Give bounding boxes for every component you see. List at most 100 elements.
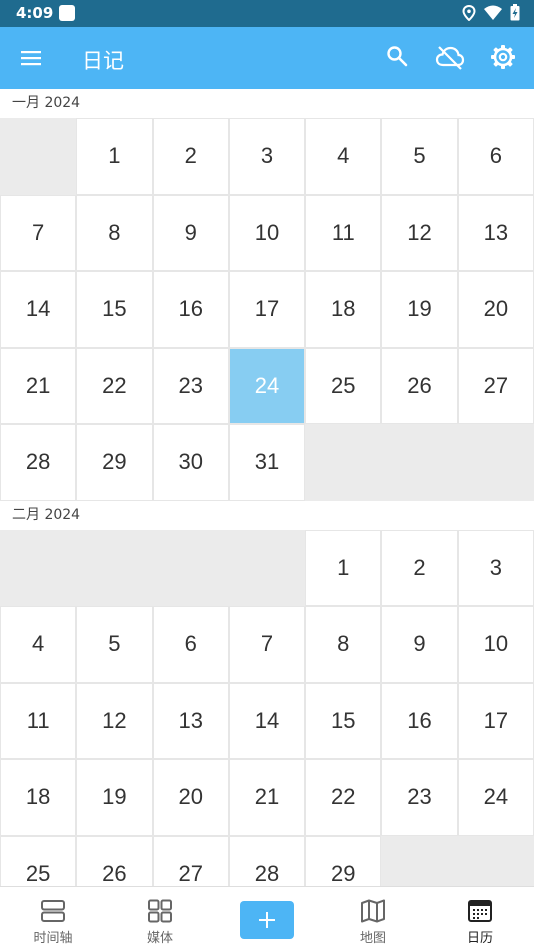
location-icon <box>462 4 476 21</box>
day-cell-today[interactable]: 24 <box>228 347 306 424</box>
day-cell[interactable]: 23 <box>381 759 458 836</box>
search-icon[interactable] <box>385 44 409 68</box>
day-cell[interactable]: 7 <box>0 194 77 271</box>
status-time: 4:09 <box>16 4 54 22</box>
nav-label: 时间轴 <box>33 931 73 946</box>
day-cell[interactable]: 6 <box>152 606 229 683</box>
bottom-nav: 时间轴 媒体 地图 日历 <box>0 886 534 950</box>
day-cell[interactable]: 6 <box>457 118 534 195</box>
day-cell[interactable]: 15 <box>305 682 382 759</box>
day-cell[interactable]: 14 <box>0 271 77 348</box>
battery-icon <box>510 4 520 21</box>
status-icons <box>462 4 520 21</box>
day-cell[interactable]: 2 <box>381 529 458 606</box>
day-cell[interactable]: 14 <box>228 682 306 759</box>
nav-calendar[interactable]: 日历 <box>427 887 533 950</box>
day-cell[interactable]: 5 <box>76 606 153 683</box>
grid-icon <box>148 899 172 923</box>
day-cell[interactable]: 17 <box>228 271 306 348</box>
day-cell[interactable]: 18 <box>0 759 77 836</box>
empty-cell <box>381 424 458 501</box>
day-cell[interactable]: 17 <box>457 682 534 759</box>
map-icon <box>361 899 385 923</box>
day-cell[interactable]: 10 <box>457 606 534 683</box>
day-cell[interactable]: 16 <box>152 271 229 348</box>
day-cell[interactable]: 12 <box>76 682 153 759</box>
empty-cell <box>152 529 229 606</box>
empty-cell <box>0 118 77 195</box>
wifi-icon <box>484 5 502 20</box>
month-label: 二月 2024 <box>12 506 81 523</box>
day-cell[interactable]: 9 <box>381 606 458 683</box>
nav-map[interactable]: 地图 <box>320 887 426 950</box>
day-cell[interactable]: 29 <box>305 835 382 886</box>
day-cell[interactable]: 19 <box>76 759 153 836</box>
calendar-list[interactable]: 一月 2024 1 2 3 4 5 6 7 8 9 10 11 12 13 14 15 16 17 18 19 20 2… <box>0 89 534 886</box>
notification-icon <box>59 5 75 21</box>
day-cell[interactable]: 20 <box>152 759 229 836</box>
empty-cell <box>457 835 534 886</box>
day-cell[interactable]: 5 <box>381 118 458 195</box>
empty-cell <box>0 529 77 606</box>
day-cell[interactable]: 12 <box>381 194 458 271</box>
day-cell[interactable]: 22 <box>76 347 153 424</box>
day-cell[interactable]: 16 <box>381 682 458 759</box>
day-cell[interactable]: 2 <box>152 118 229 195</box>
nav-media[interactable]: 媒体 <box>107 887 213 950</box>
day-cell[interactable]: 24 <box>457 759 534 836</box>
day-cell[interactable]: 31 <box>228 424 306 501</box>
day-cell[interactable]: 4 <box>0 606 77 683</box>
status-bar: 4:09 <box>0 0 534 27</box>
day-cell[interactable]: 9 <box>152 194 229 271</box>
day-cell[interactable]: 30 <box>152 424 229 501</box>
menu-icon[interactable] <box>19 46 43 70</box>
add-entry-button[interactable] <box>240 901 294 939</box>
day-cell[interactable]: 3 <box>228 118 306 195</box>
day-cell[interactable]: 23 <box>152 347 229 424</box>
day-cell[interactable]: 25 <box>305 347 382 424</box>
page-title: 日记 <box>82 49 124 73</box>
app-bar: 日记 <box>0 27 534 89</box>
day-cell[interactable]: 21 <box>228 759 306 836</box>
day-cell[interactable]: 4 <box>305 118 382 195</box>
plus-icon <box>259 912 275 928</box>
empty-cell <box>381 835 458 886</box>
day-cell[interactable]: 8 <box>305 606 382 683</box>
day-cell[interactable]: 29 <box>76 424 153 501</box>
day-cell[interactable]: 26 <box>76 835 153 886</box>
day-cell[interactable]: 3 <box>457 529 534 606</box>
day-cell[interactable]: 20 <box>457 271 534 348</box>
day-cell[interactable]: 11 <box>305 194 382 271</box>
day-cell[interactable]: 21 <box>0 347 77 424</box>
day-cell[interactable]: 26 <box>381 347 458 424</box>
day-cell[interactable]: 19 <box>381 271 458 348</box>
gear-icon[interactable] <box>490 44 516 70</box>
day-cell[interactable]: 28 <box>0 424 77 501</box>
day-cell[interactable]: 27 <box>152 835 229 886</box>
day-cell[interactable]: 1 <box>305 529 382 606</box>
day-cell[interactable]: 22 <box>305 759 382 836</box>
empty-cell <box>305 424 382 501</box>
day-cell[interactable]: 13 <box>457 194 534 271</box>
month-grid: 1 2 3 4 5 6 7 8 9 10 11 12 13 14 15 16 17 18 19 20 21 22 23 24 2… <box>0 529 534 886</box>
timeline-icon <box>41 900 65 922</box>
empty-cell <box>228 529 306 606</box>
nav-timeline[interactable]: 时间轴 <box>0 887 106 950</box>
cloud-off-icon[interactable] <box>435 44 465 70</box>
day-cell[interactable]: 7 <box>228 606 306 683</box>
nav-label: 媒体 <box>146 931 173 946</box>
calendar-icon <box>468 900 492 922</box>
day-cell[interactable]: 11 <box>0 682 77 759</box>
day-cell[interactable]: 28 <box>228 835 306 886</box>
day-cell[interactable]: 8 <box>76 194 153 271</box>
day-cell[interactable]: 15 <box>76 271 153 348</box>
day-cell[interactable]: 25 <box>0 835 77 886</box>
day-cell[interactable]: 18 <box>305 271 382 348</box>
day-cell[interactable]: 1 <box>76 118 153 195</box>
day-cell[interactable]: 10 <box>228 194 306 271</box>
empty-cell <box>457 424 534 501</box>
day-cell[interactable]: 13 <box>152 682 229 759</box>
nav-label: 日历 <box>466 931 493 946</box>
month-label: 一月 2024 <box>12 95 81 111</box>
day-cell[interactable]: 27 <box>457 347 534 424</box>
